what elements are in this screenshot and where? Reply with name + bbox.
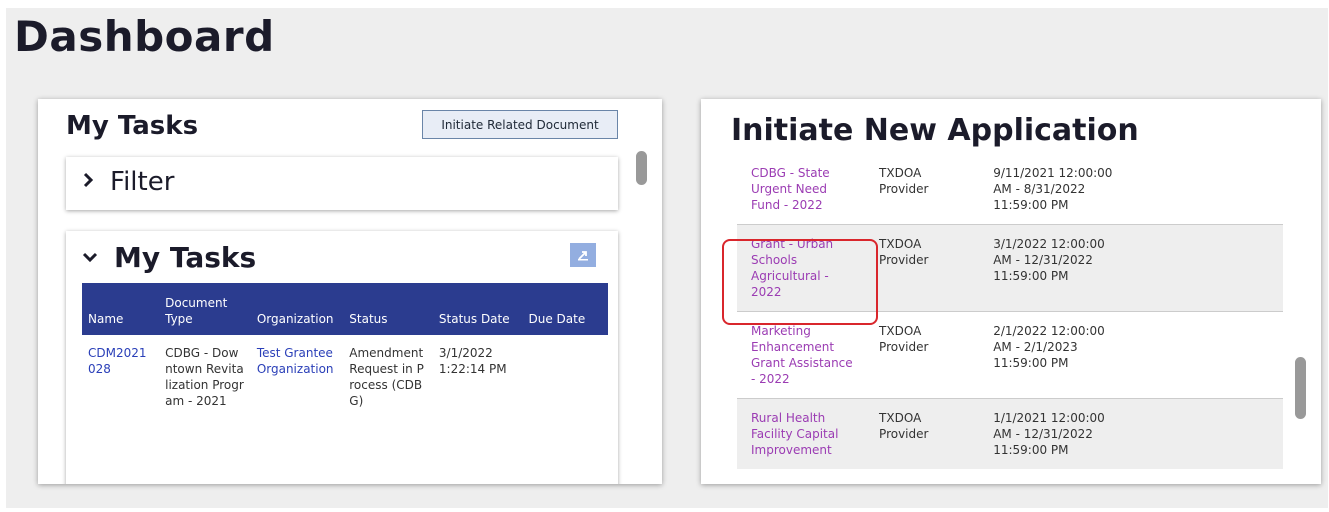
export-button[interactable] (570, 243, 596, 267)
application-period: 3/1/2022 12:00:00 AM - 12/31/2022 11:59:… (979, 224, 1283, 312)
filter-card[interactable]: Filter (66, 157, 618, 210)
initiate-related-document-button[interactable]: Initiate Related Document (422, 110, 618, 139)
table-row: CDM2021028 CDBG - Downtown Revitalizatio… (82, 335, 608, 419)
task-status-date: 3/1/2022 1:22:14 PM (438, 346, 507, 376)
filter-title: Filter (110, 167, 175, 197)
column-header[interactable]: Status Date (432, 283, 523, 335)
chevron-right-icon (82, 172, 94, 193)
tasks-card-title: My Tasks (114, 241, 257, 274)
application-provider: TXDOA Provider (865, 311, 980, 399)
column-header[interactable]: Status (343, 283, 433, 335)
page-title: Dashboard (14, 12, 275, 61)
application-link[interactable]: Marketing Enhancement Grant Assistance -… (751, 324, 853, 386)
application-period: 9/11/2021 12:00:00 AM - 8/31/2022 11:59:… (979, 149, 1283, 225)
application-period: 2/1/2022 12:00:00 AM - 2/1/2023 11:59:00… (979, 311, 1283, 399)
application-period: 1/1/2021 12:00:00 AM - 12/31/2022 11:59:… (979, 398, 1283, 469)
new-application-heading: Initiate New Application (731, 113, 1139, 148)
tasks-toggle[interactable]: My Tasks (82, 241, 256, 274)
table-row: Rural Health Facility Capital Improvemen… (737, 398, 1283, 469)
application-provider: TXDOA Provider (865, 224, 980, 312)
table-row: CDBG - State Urgent Need Fund - 2022 TXD… (737, 149, 1283, 225)
tasks-table-header: Name Document Type Organization Status S… (82, 283, 608, 335)
application-provider: TXDOA Provider (865, 149, 980, 225)
task-name-link[interactable]: CDM2021028 (88, 346, 147, 376)
column-header[interactable]: Due Date (522, 283, 608, 335)
column-header[interactable]: Name (82, 283, 160, 335)
task-document-type: CDBG - Downtown Revitalization Program -… (165, 346, 244, 408)
column-header[interactable]: Organization (250, 283, 344, 335)
application-link[interactable]: CDBG - State Urgent Need Fund - 2022 (751, 166, 830, 212)
column-header[interactable]: Document Type (159, 283, 251, 335)
task-due-date (523, 335, 608, 419)
application-provider: TXDOA Provider (865, 398, 980, 469)
application-link[interactable]: Rural Health Facility Capital Improvemen… (751, 411, 838, 457)
filter-toggle[interactable]: Filter (82, 167, 174, 197)
applications-scrollbar[interactable] (1295, 357, 1306, 419)
my-tasks-scrollbar[interactable] (636, 151, 647, 185)
my-tasks-heading: My Tasks (66, 111, 199, 141)
my-tasks-panel: My Tasks Initiate Related Document Filte… (38, 99, 662, 484)
tasks-card: My Tasks Name Document Type Organization… (66, 231, 618, 484)
highlight-annotation (722, 239, 878, 325)
tasks-table: Name Document Type Organization Status S… (82, 283, 608, 419)
chevron-down-icon (82, 247, 98, 268)
task-status: Amendment Request in Process (CDBG) (349, 346, 424, 408)
task-organization-link[interactable]: Test Grantee Organization (257, 346, 334, 376)
export-icon (577, 246, 589, 265)
